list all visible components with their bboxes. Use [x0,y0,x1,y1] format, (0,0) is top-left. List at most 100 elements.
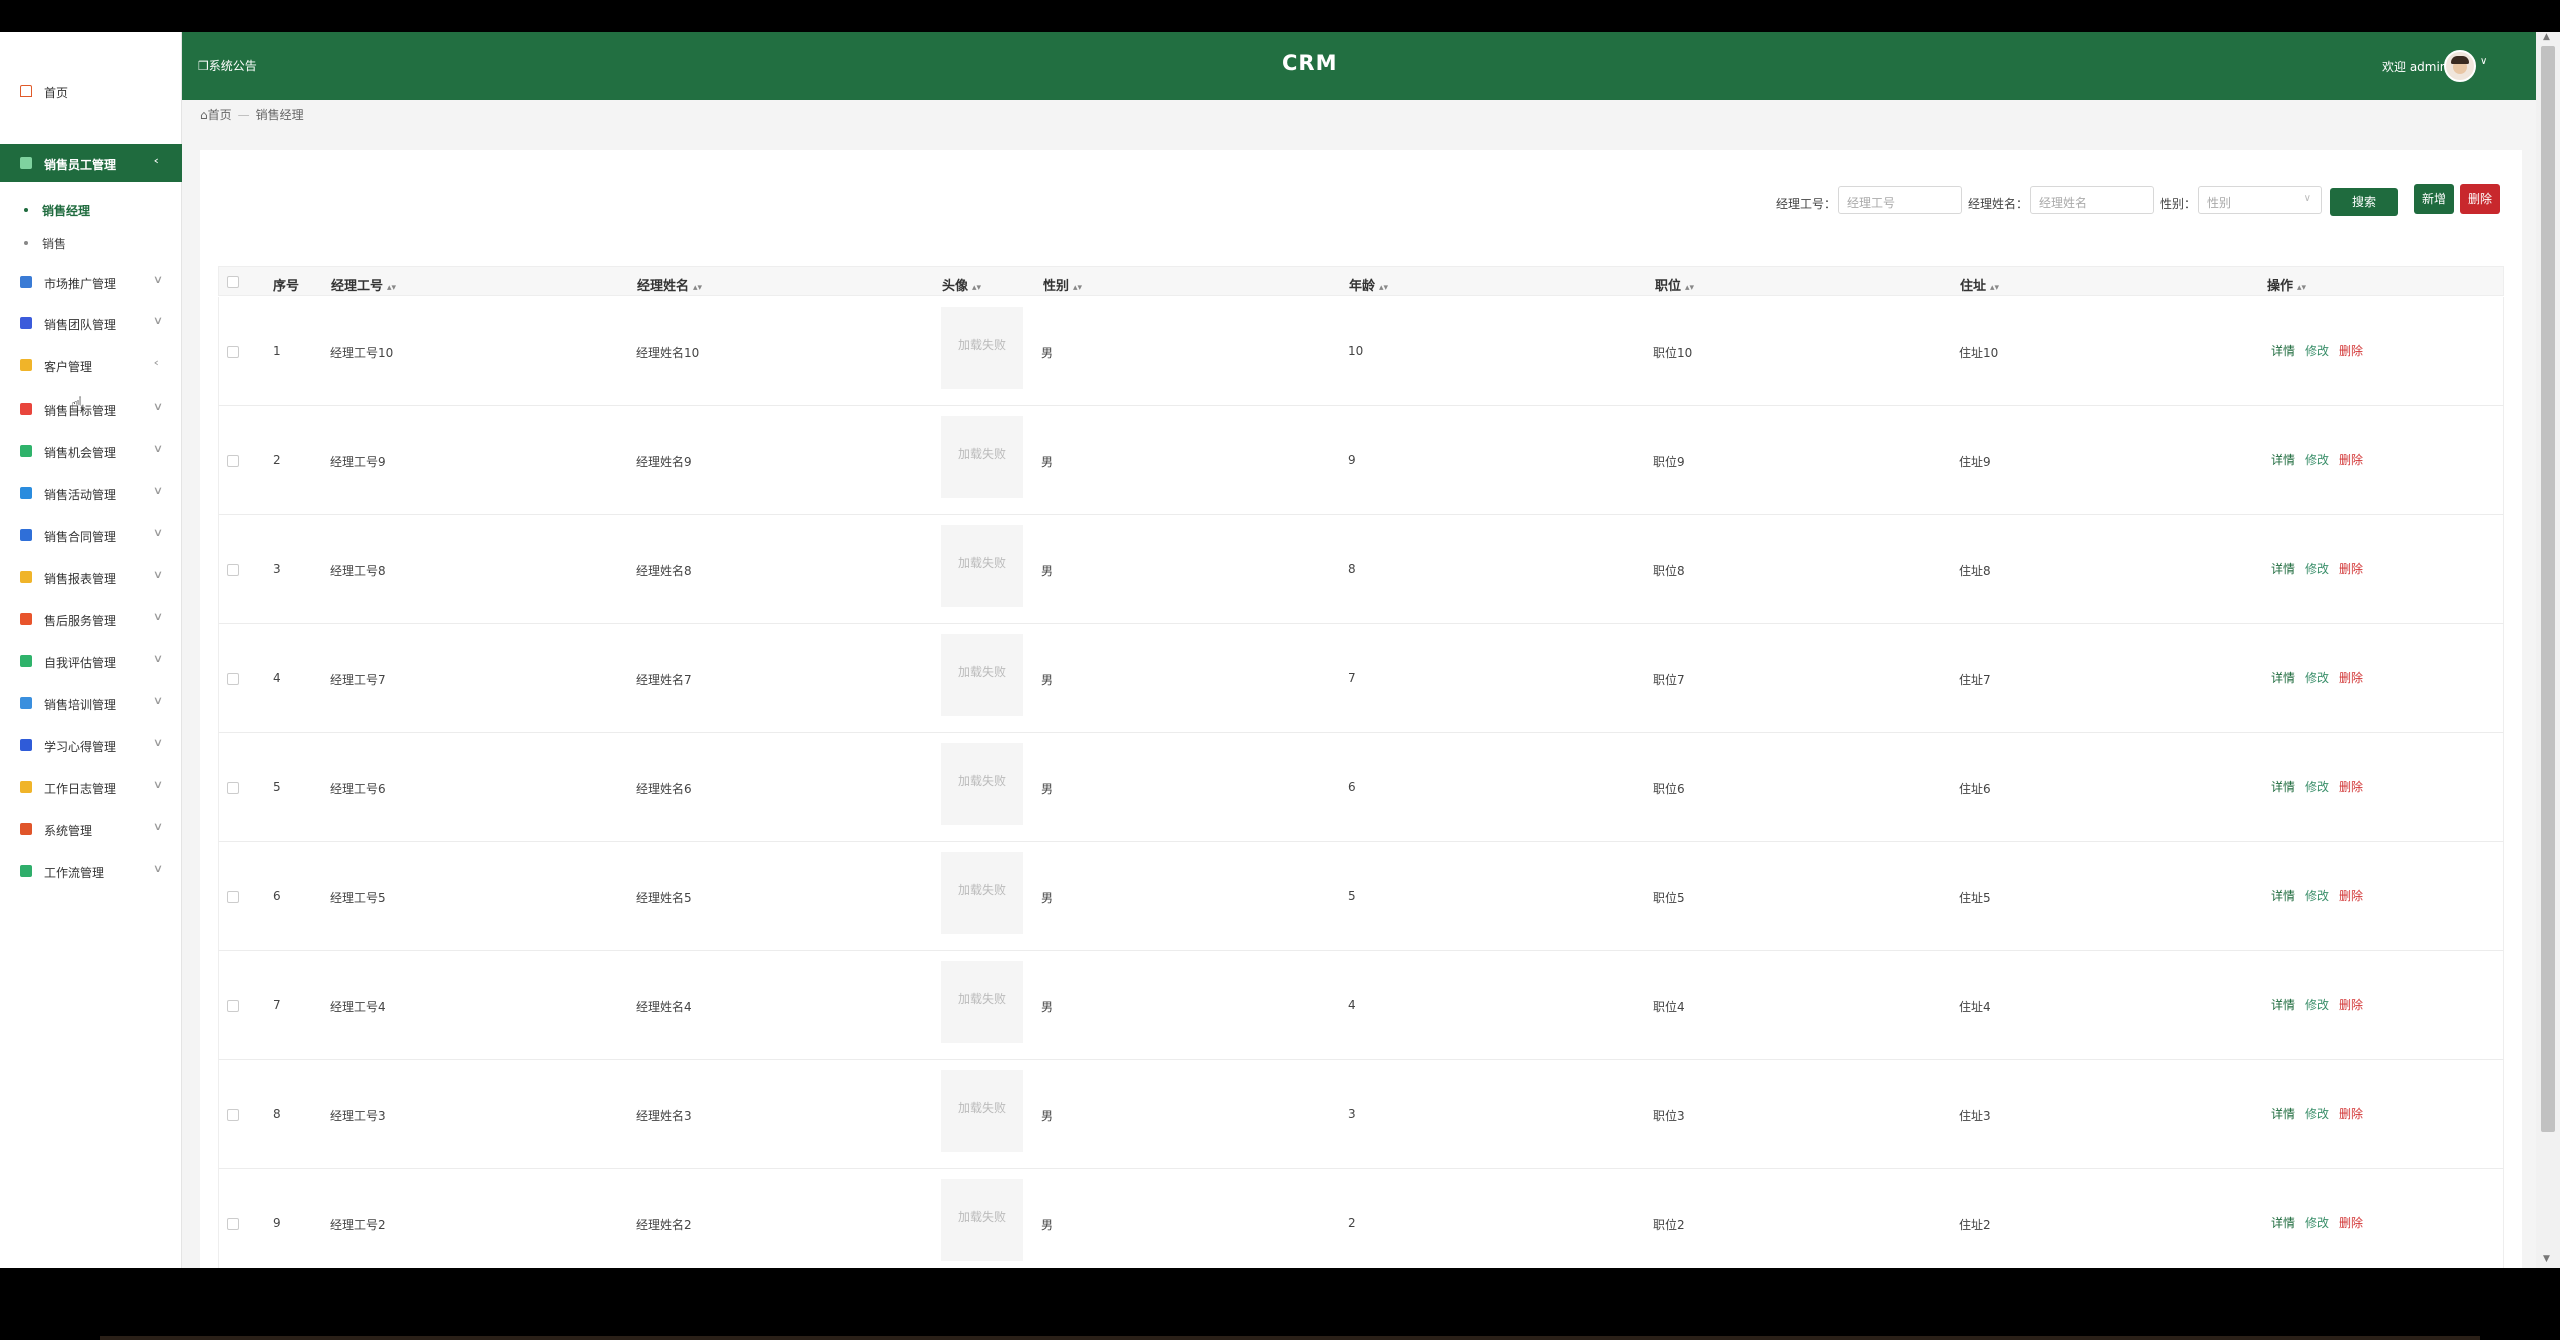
delete-link[interactable]: 删除 [2339,887,2363,904]
sort-icon[interactable]: ▴▾ [1379,283,1388,293]
user-avatar[interactable] [2444,50,2476,82]
sidebar-item-group[interactable]: 销售活动管理 ∨ [0,478,182,508]
sidebar-item-group[interactable]: 系统管理 ∨ [0,814,182,844]
add-button[interactable]: 新增 [2414,184,2454,214]
detail-link[interactable]: 详情 [2271,1214,2295,1231]
sidebar-item-group[interactable]: 销售团队管理 ∨ [0,308,182,338]
gender-select[interactable]: 性别 ∨ [2198,186,2322,214]
col-avatar[interactable]: 头像 ▴▾ [942,275,981,294]
row-checkbox[interactable] [227,1000,239,1012]
delete-link[interactable]: 删除 [2339,996,2363,1013]
avatar-image: 加载失败 [941,743,1023,825]
delete-button[interactable]: 删除 [2460,184,2500,214]
col-actions[interactable]: 操作 ▴▾ [2267,275,2306,294]
menu-icon [20,571,32,583]
edit-link[interactable]: 修改 [2305,560,2329,577]
sidebar-item-group[interactable]: 售后服务管理 ∨ [0,604,182,634]
cell-name: 经理姓名10 [636,346,700,360]
edit-link[interactable]: 修改 [2305,1105,2329,1122]
delete-link[interactable]: 删除 [2339,560,2363,577]
breadcrumb-home[interactable]: 首页 [208,108,232,122]
row-checkbox[interactable] [227,673,239,685]
edit-link[interactable]: 修改 [2305,887,2329,904]
sidebar-item-group[interactable]: 市场推广管理 ∨ [0,267,182,297]
sidebar-item-group[interactable]: 学习心得管理 ∨ [0,730,182,760]
select-all-checkbox[interactable] [227,276,239,288]
sidebar-item-group[interactable]: 销售报表管理 ∨ [0,562,182,592]
cell-index: 3 [273,562,281,576]
vertical-scrollbar[interactable]: ▲ ▼ [2536,32,2560,1268]
sort-icon[interactable]: ▴▾ [1685,283,1694,293]
sidebar-item-home[interactable]: 首页 [0,76,182,106]
cell-position: 职位9 [1653,455,1685,469]
delete-link[interactable]: 删除 [2339,778,2363,795]
menu-icon [20,445,32,457]
delete-link[interactable]: 删除 [2339,669,2363,686]
detail-link[interactable]: 详情 [2271,1105,2295,1122]
edit-link[interactable]: 修改 [2305,342,2329,359]
sidebar-item-group[interactable]: 客户管理 ‹ [0,350,182,380]
sidebar-item-group[interactable]: 销售培训管理 ∨ [0,688,182,718]
detail-link[interactable]: 详情 [2271,778,2295,795]
row-checkbox[interactable] [227,782,239,794]
detail-link[interactable]: 详情 [2271,451,2295,468]
detail-link[interactable]: 详情 [2271,996,2295,1013]
sort-icon[interactable]: ▴▾ [1073,283,1082,293]
edit-link[interactable]: 修改 [2305,996,2329,1013]
sidebar-subitem-sales[interactable]: 销售 [0,230,182,256]
col-name[interactable]: 经理姓名 ▴▾ [637,275,702,294]
menu-icon [20,613,32,625]
manager-id-input[interactable]: 经理工号 [1838,186,1962,214]
col-id[interactable]: 经理工号 ▴▾ [331,275,396,294]
edit-link[interactable]: 修改 [2305,451,2329,468]
scroll-down-icon[interactable]: ▼ [2543,1254,2550,1264]
delete-link[interactable]: 删除 [2339,342,2363,359]
edit-link[interactable]: 修改 [2305,778,2329,795]
sidebar-item-group[interactable]: 工作流管理 ∨ [0,856,182,886]
scroll-up-icon[interactable]: ▲ [2543,32,2550,42]
edit-link[interactable]: 修改 [2305,1214,2329,1231]
detail-link[interactable]: 详情 [2271,669,2295,686]
search-button[interactable]: 搜索 [2330,188,2398,216]
col-gender[interactable]: 性别 ▴▾ [1043,275,1082,294]
cell-index: 9 [273,1216,281,1230]
delete-link[interactable]: 删除 [2339,451,2363,468]
row-checkbox[interactable] [227,891,239,903]
col-position[interactable]: 职位 ▴▾ [1655,275,1694,294]
detail-link[interactable]: 详情 [2271,887,2295,904]
cell-address: 住址7 [1959,673,1991,687]
sidebar-item-group[interactable]: 销售合同管理 ∨ [0,520,182,550]
sidebar-item-group[interactable]: 自我评估管理 ∨ [0,646,182,676]
chevron-down-icon[interactable]: ∨ [2480,56,2487,67]
table-row: 6 经理工号5 经理姓名5 加载失败 男 5 职位5 住址5 详情 修改 删除 [218,842,2504,951]
sidebar-subitem-sales-manager[interactable]: 销售经理 [0,197,182,223]
col-age[interactable]: 年龄 ▴▾ [1349,275,1388,294]
sidebar-item-label: 售后服务管理 [44,614,117,628]
row-checkbox[interactable] [227,346,239,358]
system-notice-link[interactable]: ❒系统公告 [198,57,257,74]
row-checkbox[interactable] [227,1109,239,1121]
chevron-down-icon: ∨ [152,736,164,749]
sort-icon[interactable]: ▴▾ [387,283,396,293]
detail-link[interactable]: 详情 [2271,560,2295,577]
sort-icon[interactable]: ▴▾ [972,283,981,293]
sidebar-item-group[interactable]: 销售机会管理 ∨ [0,436,182,466]
delete-link[interactable]: 删除 [2339,1214,2363,1231]
detail-link[interactable]: 详情 [2271,342,2295,359]
row-checkbox[interactable] [227,1218,239,1230]
scrollbar-thumb[interactable] [2541,46,2555,1132]
sidebar-item-group[interactable]: 工作日志管理 ∨ [0,772,182,802]
delete-link[interactable]: 删除 [2339,1105,2363,1122]
col-address[interactable]: 住址 ▴▾ [1960,275,1999,294]
sort-icon[interactable]: ▴▾ [2297,283,2306,293]
sidebar-item-group[interactable]: 销售目标管理 ∨ [0,394,182,424]
sidebar-item-sales-staff[interactable]: 销售员工管理 ‹ [0,144,182,182]
row-checkbox[interactable] [227,564,239,576]
edit-link[interactable]: 修改 [2305,669,2329,686]
sort-icon[interactable]: ▴▾ [693,283,702,293]
manager-name-input[interactable]: 经理姓名 [2030,186,2154,214]
cell-id: 经理工号7 [330,673,386,687]
chevron-down-icon: ∨ [152,694,164,707]
sort-icon[interactable]: ▴▾ [1990,283,1999,293]
row-checkbox[interactable] [227,455,239,467]
